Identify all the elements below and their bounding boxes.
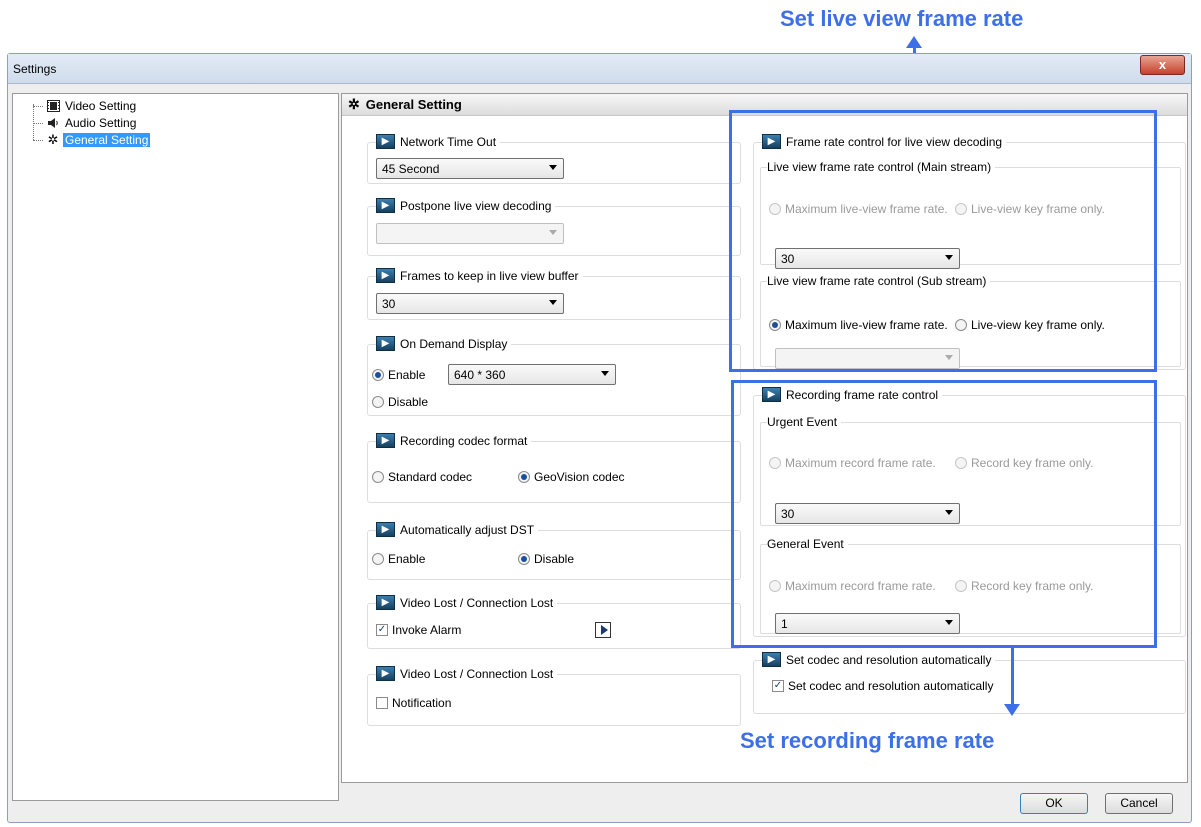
film-icon bbox=[46, 99, 60, 113]
annotation-recording: Set recording frame rate bbox=[740, 728, 995, 753]
camera-icon: ▶ bbox=[376, 268, 395, 283]
tree-item-label: Video Setting bbox=[65, 99, 137, 113]
group-title: Network Time Out bbox=[400, 134, 497, 149]
frames-buffer-select[interactable]: 30 bbox=[376, 293, 564, 314]
settings-tree: Video Setting Audio Setting ✲ General Se… bbox=[12, 93, 339, 801]
checkbox-label: Invoke Alarm bbox=[392, 623, 462, 637]
camera-icon: ▶ bbox=[376, 433, 395, 448]
tree-item-label: Audio Setting bbox=[65, 116, 137, 130]
tree-item-video-setting[interactable]: Video Setting bbox=[33, 98, 138, 114]
ok-button[interactable]: OK bbox=[1020, 793, 1088, 814]
speaker-icon bbox=[46, 116, 60, 130]
dst-disable-radio[interactable]: Disable bbox=[518, 552, 574, 566]
postpone-group: ▶ Postpone live view decoding bbox=[367, 198, 741, 256]
chevron-down-icon bbox=[549, 230, 557, 235]
gear-icon: ✲ bbox=[348, 96, 360, 112]
on-demand-enable-radio[interactable]: Enable bbox=[372, 368, 425, 382]
radio-label: Disable bbox=[388, 395, 429, 409]
dst-enable-radio[interactable]: Enable bbox=[372, 552, 425, 566]
radio-label: Disable bbox=[534, 552, 575, 566]
notification-checkbox[interactable]: Notification bbox=[376, 696, 451, 710]
radio-label: Enable bbox=[388, 368, 426, 382]
close-button[interactable]: x bbox=[1140, 55, 1185, 75]
check-icon: ✓ bbox=[772, 680, 784, 692]
frames-buffer-group: ▶ Frames to keep in live view buffer 30 bbox=[367, 268, 741, 320]
video-lost-alarm-group: ▶ Video Lost / Connection Lost ✓ Invoke Al… bbox=[367, 595, 741, 649]
camera-icon: ▶ bbox=[376, 666, 395, 681]
chevron-down-icon bbox=[549, 300, 557, 305]
chevron-down-icon bbox=[549, 165, 557, 170]
codec-format-group: ▶ Recording codec format Standard codec G… bbox=[367, 433, 741, 503]
group-title: On Demand Display bbox=[400, 336, 508, 351]
tree-item-label: General Setting bbox=[63, 133, 151, 147]
dst-group: ▶ Automatically adjust DST Enable Disable bbox=[367, 522, 741, 580]
group-title: Video Lost / Connection Lost bbox=[400, 666, 554, 681]
group-title: Set codec and resolution automatically bbox=[786, 652, 992, 667]
on-demand-disable-radio[interactable]: Disable bbox=[372, 395, 428, 409]
codec-auto-group: ▶ Set codec and resolution automatically … bbox=[753, 652, 1186, 714]
tree-item-general-setting[interactable]: ✲ General Setting bbox=[33, 132, 151, 148]
group-title: Recording codec format bbox=[400, 433, 528, 448]
annotation-arrowhead-bottom bbox=[1004, 704, 1020, 716]
camera-icon: ▶ bbox=[376, 198, 395, 213]
standard-codec-radio[interactable]: Standard codec bbox=[372, 470, 472, 484]
alarm-settings-button[interactable] bbox=[595, 622, 611, 638]
geovision-codec-radio[interactable]: GeoVision codec bbox=[518, 470, 625, 484]
recording-frame-highlight bbox=[731, 380, 1157, 648]
annotation-live-view: Set live view frame rate bbox=[780, 6, 1024, 31]
title-bar: Settings x bbox=[8, 54, 1191, 84]
select-value: 640 * 360 bbox=[454, 367, 506, 382]
camera-icon: ▶ bbox=[376, 522, 395, 537]
select-value: 45 Second bbox=[382, 161, 440, 176]
radio-label: Standard codec bbox=[388, 470, 473, 484]
video-lost-notify-group: ▶ Video Lost / Connection Lost Notificati… bbox=[367, 666, 741, 726]
annotation-arrow-bottom bbox=[1011, 648, 1014, 706]
codec-auto-checkbox[interactable]: ✓ Set codec and resolution automatically bbox=[772, 679, 993, 693]
panel-title: General Setting bbox=[365, 97, 462, 112]
gear-icon: ✲ bbox=[47, 132, 59, 147]
checkbox-label: Notification bbox=[392, 696, 452, 710]
camera-icon: ▶ bbox=[376, 595, 395, 610]
invoke-alarm-checkbox[interactable]: ✓ Invoke Alarm bbox=[376, 623, 461, 637]
camera-icon: ▶ bbox=[376, 134, 395, 149]
network-timeout-select[interactable]: 45 Second bbox=[376, 158, 564, 179]
network-timeout-group: ▶ Network Time Out 45 Second bbox=[367, 134, 741, 184]
chevron-down-icon bbox=[601, 371, 609, 376]
cancel-button[interactable]: Cancel bbox=[1105, 793, 1173, 814]
camera-icon: ▶ bbox=[376, 336, 395, 351]
window-title: Settings bbox=[13, 62, 57, 76]
group-title: Postpone live view decoding bbox=[400, 198, 552, 213]
camera-icon: ▶ bbox=[762, 652, 781, 667]
annotation-arrowhead-top bbox=[906, 36, 922, 48]
on-demand-resolution-select[interactable]: 640 * 360 bbox=[448, 364, 616, 385]
group-title: Video Lost / Connection Lost bbox=[400, 595, 554, 610]
select-value: 30 bbox=[382, 296, 396, 311]
live-frame-highlight bbox=[729, 110, 1157, 372]
radio-label: Enable bbox=[388, 552, 426, 566]
checkbox-label: Set codec and resolution automatically bbox=[788, 679, 994, 693]
group-title: Frames to keep in live view buffer bbox=[400, 268, 579, 283]
group-title: Automatically adjust DST bbox=[400, 522, 535, 537]
tree-item-audio-setting[interactable]: Audio Setting bbox=[33, 115, 138, 131]
on-demand-group: ▶ On Demand Display Enable 640 * 360 Disa… bbox=[367, 336, 741, 416]
check-icon: ✓ bbox=[376, 624, 388, 636]
play-icon bbox=[600, 625, 608, 635]
postpone-select[interactable] bbox=[376, 223, 564, 244]
radio-label: GeoVision codec bbox=[534, 470, 625, 484]
